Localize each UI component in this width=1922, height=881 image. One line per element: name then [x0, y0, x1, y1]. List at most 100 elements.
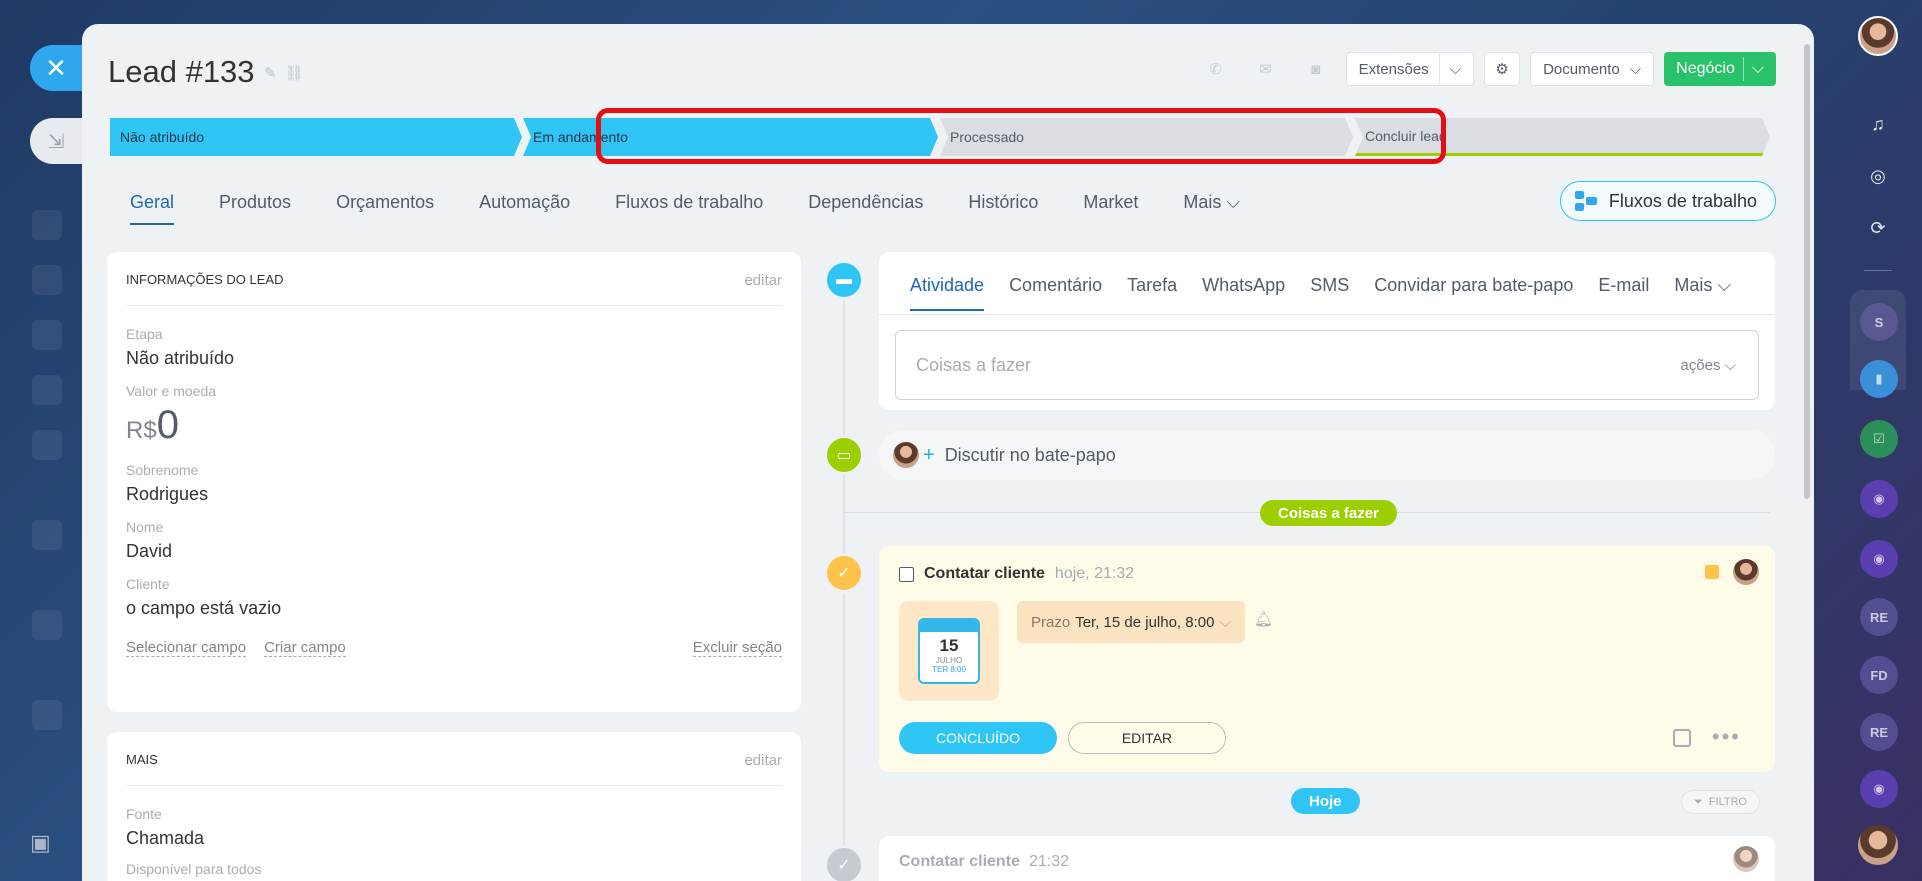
tab-produtos[interactable]: Produtos: [219, 192, 291, 213]
background-icon: [32, 610, 62, 640]
actions-dropdown[interactable]: ações ⌵: [1680, 357, 1736, 374]
avatar[interactable]: [1858, 825, 1898, 865]
field-label: Nome: [126, 519, 164, 535]
print-icon[interactable]: ▣: [30, 830, 54, 855]
todo-input[interactable]: Coisas a fazer ações ⌵: [895, 330, 1759, 400]
lead-panel: Lead #133 ✎⛓ ✆ ✉ ◙ Extensões ⌵ ⚙ Documen…: [82, 24, 1814, 881]
activity-tab-convidar[interactable]: Convidar para bate-papo: [1374, 275, 1573, 296]
discuss-chat-row[interactable]: + Discutir no bate-papo: [879, 430, 1775, 480]
tab-geral[interactable]: Geral: [130, 192, 175, 225]
calendar-icon: 15 JULHO TER 8:00: [918, 618, 980, 684]
convert-deal-button[interactable]: Negócio ⌵: [1664, 52, 1776, 86]
add-participant-icon[interactable]: +: [923, 444, 935, 467]
tab-historico[interactable]: Histórico: [968, 192, 1038, 213]
more-icon[interactable]: •••: [1712, 724, 1741, 750]
task-title[interactable]: Contatar cliente: [924, 565, 1045, 583]
activity-tab-mais[interactable]: Mais ⌵: [1674, 275, 1731, 296]
tab-mais[interactable]: Mais ⌵: [1183, 192, 1240, 213]
check-icon: ✓: [837, 857, 851, 874]
extensions-button[interactable]: Extensões ⌵: [1345, 52, 1475, 86]
close-slider-button[interactable]: ✕: [30, 45, 82, 91]
deadline-selector[interactable]: Prazo Ter, 15 de julho, 8:00 ⌵: [1017, 601, 1245, 643]
timeline-done-dot: ✓: [824, 845, 864, 881]
link-icon[interactable]: ⛓: [285, 65, 312, 82]
activity-tab-atividade[interactable]: Atividade: [910, 275, 985, 311]
amount-value[interactable]: R$0: [107, 403, 801, 448]
delete-section-link[interactable]: Excluir seção: [692, 639, 782, 657]
minimize-icon: ⇲: [47, 130, 65, 153]
field-label: Valor e moeda: [126, 383, 217, 399]
priority-flag-icon[interactable]: [1705, 565, 1719, 579]
activity-tab-comentario[interactable]: Comentário: [1009, 275, 1102, 296]
tab-fluxos[interactable]: Fluxos de trabalho: [615, 192, 763, 213]
workgroup-icon[interactable]: ◉: [1860, 480, 1898, 518]
page-title: Lead #133: [108, 54, 255, 89]
gear-icon: ⚙: [1495, 61, 1509, 78]
extensions-label: Extensões: [1358, 60, 1429, 78]
client-value[interactable]: o campo está vazio: [107, 598, 801, 619]
activity-tab-whatsapp[interactable]: WhatsApp: [1202, 275, 1285, 296]
field-label: Disponível para todos: [126, 861, 262, 877]
mail-icon[interactable]: ✉: [1246, 52, 1286, 86]
chat-icon[interactable]: ◙: [1296, 52, 1336, 86]
checklist-icon[interactable]: ☑: [1860, 420, 1898, 458]
pencil-icon[interactable]: ✎: [264, 65, 285, 82]
stage-nao-atribuido[interactable]: Não atribuído: [110, 118, 522, 156]
sync-icon[interactable]: ⟳: [1860, 210, 1896, 246]
highlight-annotation: [596, 108, 1446, 164]
tab-market[interactable]: Market: [1083, 192, 1138, 213]
create-field-link[interactable]: Criar campo: [264, 639, 346, 657]
workflow-button[interactable]: Fluxos de trabalho: [1559, 181, 1776, 221]
background-icon: [32, 700, 62, 730]
chevron-down-icon: ⌵: [1629, 60, 1642, 78]
tab-orcamentos[interactable]: Orçamentos: [336, 192, 434, 213]
task-title[interactable]: Contatar cliente: [899, 853, 1020, 871]
document-label: Documento: [1543, 60, 1620, 78]
timeline-task-dot: ✓: [824, 553, 864, 593]
surname-value[interactable]: Rodrigues: [107, 484, 801, 505]
discuss-chat-label: Discutir no bate-papo: [944, 444, 1116, 465]
activity-tab-tarefa[interactable]: Tarefa: [1127, 275, 1177, 296]
bookmark-icon[interactable]: ▮: [1860, 360, 1898, 398]
bell-icon[interactable]: 🔔︎: [1254, 610, 1273, 628]
tab-automacao[interactable]: Automação: [479, 192, 570, 213]
document-button[interactable]: Documento ⌵: [1530, 52, 1655, 86]
workgroup-icon[interactable]: ◉: [1860, 770, 1898, 808]
bell-icon[interactable]: ♫: [1860, 106, 1896, 142]
workgroup-icon[interactable]: ◉: [1860, 540, 1898, 578]
activity-tab-sms[interactable]: SMS: [1310, 275, 1349, 296]
chevron-down-icon: ⌵: [1751, 60, 1764, 77]
stage-value[interactable]: Não atribuído: [107, 348, 801, 369]
sidebar-badge[interactable]: RE: [1860, 713, 1898, 751]
chevron-down-icon: ⌵: [1449, 60, 1462, 78]
lead-info-card: INFORMAÇÕES DO LEAD editar Etapa Não atr…: [107, 252, 801, 712]
target-icon[interactable]: ◎: [1860, 158, 1896, 194]
top-actions: ✆ ✉ ◙ Extensões ⌵ ⚙ Documento ⌵ Negócio …: [1196, 52, 1776, 86]
chevron-down-icon: ⌵: [1219, 613, 1231, 631]
background-icon: [32, 210, 62, 240]
panel-scrollbar[interactable]: [1804, 44, 1810, 499]
sidebar-badge[interactable]: FD: [1860, 656, 1898, 694]
edit-link[interactable]: editar: [744, 752, 782, 769]
activity-tab-email[interactable]: E-mail: [1598, 275, 1649, 296]
task-time: hoje, 21:32: [1054, 565, 1135, 582]
note-icon[interactable]: [1673, 729, 1691, 747]
field-label: Sobrenome: [126, 462, 199, 478]
name-value[interactable]: David: [107, 541, 801, 562]
tab-dependencias[interactable]: Dependências: [808, 192, 923, 213]
settings-button[interactable]: ⚙: [1484, 52, 1521, 86]
minimize-slider-button[interactable]: ⇲: [30, 118, 82, 164]
edit-link[interactable]: editar: [744, 272, 782, 289]
task-checkbox[interactable]: [899, 566, 914, 582]
task-time: 21:32: [1029, 853, 1070, 870]
phone-icon[interactable]: ✆: [1196, 52, 1236, 86]
edit-button[interactable]: EDITAR: [1068, 722, 1226, 754]
complete-button[interactable]: CONCLUÍDO: [899, 722, 1057, 754]
user-avatar[interactable]: [1858, 16, 1898, 56]
timeline-chat-dot: ▭: [824, 435, 864, 475]
sidebar-badge[interactable]: S: [1860, 303, 1898, 341]
sidebar-badge[interactable]: RE: [1860, 598, 1898, 636]
filter-button[interactable]: ⏷ FILTRO: [1681, 790, 1761, 814]
select-field-link[interactable]: Selecionar campo: [126, 639, 247, 657]
source-value[interactable]: Chamada: [107, 828, 801, 849]
